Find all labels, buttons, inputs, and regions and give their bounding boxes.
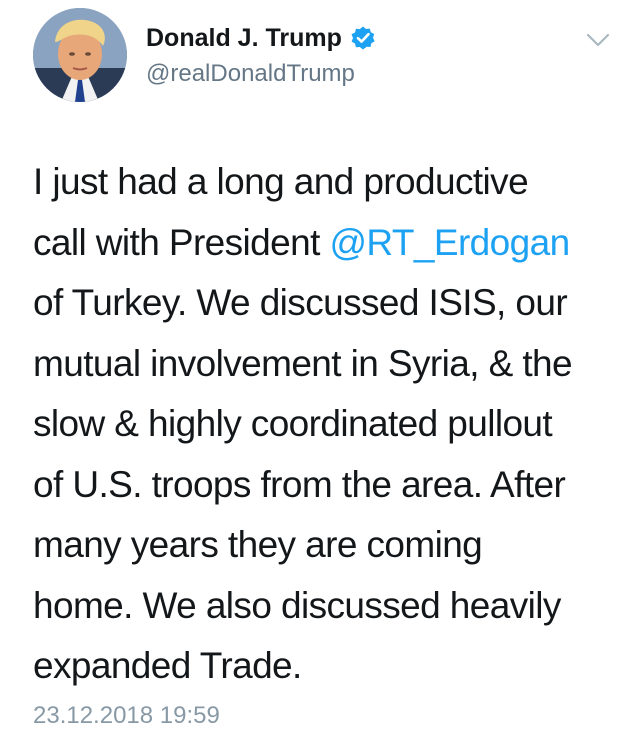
tweet-line: mutual involvement in Syria, & the bbox=[33, 342, 573, 384]
verified-badge-icon bbox=[350, 25, 376, 51]
tweet-line: of Turkey. We discussed ISIS, our bbox=[33, 282, 568, 323]
author-name-row: Donald J. Trump bbox=[146, 23, 376, 53]
tweet-line: slow & highly coordinated pullout bbox=[33, 403, 553, 444]
tweet-line-text: call with President bbox=[33, 221, 330, 263]
tweet-line: call with President @RT_Erdogan bbox=[33, 213, 623, 274]
tweet-text: I just had a long and productive call wi… bbox=[33, 152, 623, 697]
avatar-image bbox=[33, 8, 127, 102]
tweet-line: many years they are coming bbox=[33, 524, 483, 565]
author-display-name[interactable]: Donald J. Trump bbox=[146, 24, 342, 53]
tweet-card: Donald J. Trump @realDonaldTrump I just … bbox=[0, 0, 640, 743]
avatar[interactable] bbox=[33, 8, 127, 102]
tweet-line: expanded Trade. bbox=[33, 645, 302, 686]
tweet-line: home. We also discussed heavily bbox=[33, 584, 561, 626]
mention-link[interactable]: @RT_Erdogan bbox=[329, 222, 570, 263]
tweet-line: of U.S. troops from the area. After bbox=[33, 463, 566, 505]
tweet-line: I just had a long and productive bbox=[33, 161, 529, 202]
chevron-down-icon[interactable] bbox=[584, 30, 612, 50]
tweet-timestamp[interactable]: 23.12.2018 19:59 bbox=[33, 702, 220, 730]
author-handle[interactable]: @realDonaldTrump bbox=[146, 60, 355, 88]
